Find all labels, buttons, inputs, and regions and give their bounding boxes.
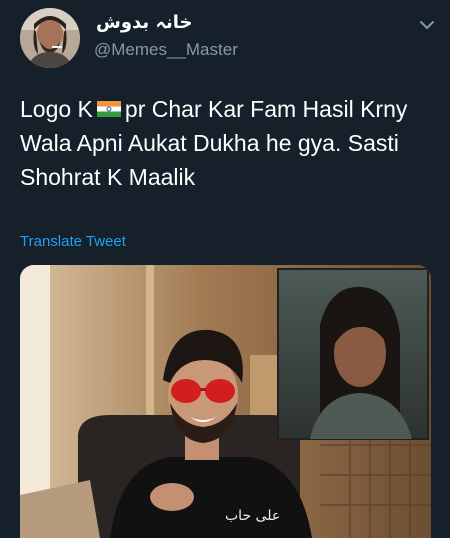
display-name[interactable]: خانہ بدوش (96, 12, 193, 33)
tweet-text-part-1: Logo K (20, 96, 93, 122)
avatar-image-icon (20, 8, 80, 68)
tweet-media[interactable]: على حاب (20, 265, 431, 538)
india-flag-icon (96, 100, 121, 117)
tweet-text: Logo K pr Char Kar Fam Hasil Krny Wala A… (20, 92, 440, 194)
chevron-down-icon[interactable] (418, 18, 436, 32)
tweet: خانہ بدوش @Memes__Master Logo K pr Char … (0, 0, 450, 538)
avatar[interactable] (20, 8, 80, 68)
translate-tweet-link[interactable]: Translate Tweet (20, 233, 126, 250)
user-handle[interactable]: @Memes__Master (94, 40, 238, 60)
shirt-print: على حاب (225, 508, 280, 524)
photo-collage-icon: على حاب (20, 265, 431, 538)
